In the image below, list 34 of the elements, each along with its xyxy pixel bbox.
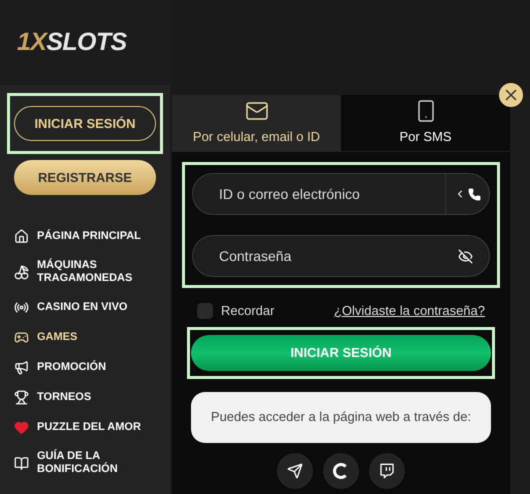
- menu-item[interactable]: GUÍA DE LA BONIFICACIÓN: [14, 450, 170, 476]
- remember-label: Recordar: [221, 302, 274, 320]
- megaphone-icon: [14, 360, 29, 375]
- password-input[interactable]: Contraseña: [193, 246, 458, 266]
- cherry-icon: [14, 264, 29, 280]
- id-field[interactable]: ID o correo electrónico: [192, 173, 490, 215]
- register-button[interactable]: REGISTRARSE: [14, 160, 156, 195]
- eye-off-icon[interactable]: [458, 248, 473, 264]
- twitch-icon: [379, 462, 395, 478]
- phone-icon: [468, 188, 481, 200]
- menu-item[interactable]: PUZZLE DEL AMOR: [14, 420, 170, 435]
- menu-item[interactable]: TORNEOS: [14, 390, 170, 405]
- heart-icon: [14, 420, 29, 435]
- menu-item[interactable]: PROMOCIÓN: [14, 360, 170, 375]
- tab[interactable]: Por SMS: [341, 95, 510, 151]
- menu-item[interactable]: PÁGINA PRINCIPAL: [14, 229, 170, 244]
- logo: 1XSLOTS: [17, 30, 127, 55]
- password-field[interactable]: Contraseña: [192, 235, 490, 277]
- remember-checkbox[interactable]: [197, 302, 213, 319]
- social-prompt: Puedes acceder a la página web a través de:: [191, 392, 491, 442]
- house-icon: [14, 229, 29, 244]
- trophy-icon: [14, 390, 29, 405]
- menu-item[interactable]: GAMES: [14, 330, 170, 345]
- tab[interactable]: Por celular, email o ID: [172, 95, 341, 151]
- menu-item[interactable]: CASINO EN VIVO: [14, 300, 170, 315]
- id-input[interactable]: ID o correo electrónico: [193, 184, 445, 204]
- forgot-password-link[interactable]: ¿Olvidaste la contraseña?: [334, 301, 485, 320]
- book-icon: [14, 456, 29, 470]
- broadcast-icon: [14, 300, 29, 315]
- gamepad-icon: [14, 330, 29, 345]
- paper-plane-icon: [287, 462, 303, 478]
- login-button[interactable]: INICIAR SESIÓN: [14, 106, 156, 141]
- close-button[interactable]: [499, 83, 523, 107]
- menu-item[interactable]: MÁQUINAS TRAGAMONEDAS: [14, 259, 170, 285]
